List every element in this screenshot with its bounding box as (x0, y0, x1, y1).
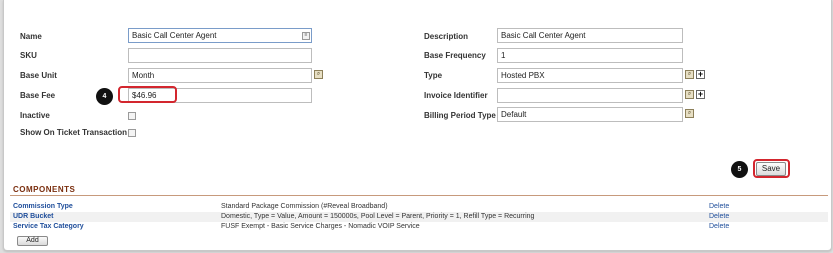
delete-link[interactable]: Delete (709, 223, 729, 230)
component-value: Standard Package Commission (#Reveal Bro… (221, 203, 388, 210)
component-name-link[interactable]: UDR Bucket (13, 213, 53, 220)
show-on-ticket-label: Show On Ticket Transaction (20, 128, 127, 137)
description-field[interactable]: Basic Call Center Agent (497, 28, 683, 43)
base-fee-highlight (118, 86, 177, 103)
add-component-button[interactable]: Add (17, 236, 48, 246)
base-frequency-label: Base Frequency (424, 51, 486, 60)
type-lookup-icon[interactable]: ⌕ (685, 70, 694, 79)
component-value: Domestic, Type = Value, Amount = 150000s… (221, 213, 535, 220)
invoice-identifier-add-icon[interactable]: + (696, 90, 705, 99)
component-name-link[interactable]: Commission Type (13, 203, 73, 210)
invoice-identifier-lookup-icon[interactable]: ⌕ (685, 90, 694, 99)
description-label: Description (424, 32, 469, 41)
step-4-callout: 4 (96, 88, 113, 105)
base-unit-label: Base Unit (20, 71, 57, 80)
component-row: Service Tax Category FUSF Exempt - Basic… (10, 222, 828, 232)
invoice-identifier-field[interactable] (497, 88, 683, 103)
base-fee-label: Base Fee (20, 91, 56, 100)
component-row: UDR Bucket Domestic, Type = Value, Amoun… (10, 212, 828, 222)
components-heading: COMPONENTS (13, 185, 76, 194)
component-row: Commission Type Standard Package Commiss… (10, 202, 828, 212)
name-field[interactable]: Basic Call Center Agent (128, 28, 312, 43)
sku-label: SKU (20, 51, 37, 60)
type-field[interactable]: Hosted PBX (497, 68, 683, 83)
save-button[interactable]: Save (756, 162, 786, 176)
billing-period-type-lookup-icon[interactable]: ⌕ (685, 109, 694, 118)
step-5-callout: 5 (731, 161, 748, 178)
inactive-checkbox[interactable] (128, 112, 136, 120)
text-edit-icon[interactable]: ≡ (302, 32, 310, 40)
type-label: Type (424, 71, 443, 80)
show-on-ticket-checkbox[interactable] (128, 129, 136, 137)
base-unit-lookup-icon[interactable]: ⌕ (314, 70, 323, 79)
name-label: Name (20, 32, 42, 41)
component-value: FUSF Exempt - Basic Service Charges - No… (221, 223, 420, 230)
type-add-icon[interactable]: + (696, 70, 705, 79)
delete-link[interactable]: Delete (709, 203, 729, 210)
product-form-panel: Name SKU Base Unit Base Fee Inactive Sho… (3, 0, 832, 251)
invoice-identifier-label: Invoice Identifier (424, 91, 488, 100)
billing-period-type-field[interactable]: Default (497, 107, 683, 122)
inactive-label: Inactive (20, 111, 50, 120)
sku-field[interactable] (128, 48, 312, 63)
delete-link[interactable]: Delete (709, 213, 729, 220)
billing-period-type-label: Billing Period Type (424, 111, 496, 120)
components-divider (10, 195, 828, 196)
base-unit-field[interactable]: Month (128, 68, 312, 83)
component-name-link[interactable]: Service Tax Category (13, 223, 84, 230)
base-frequency-field[interactable]: 1 (497, 48, 683, 63)
